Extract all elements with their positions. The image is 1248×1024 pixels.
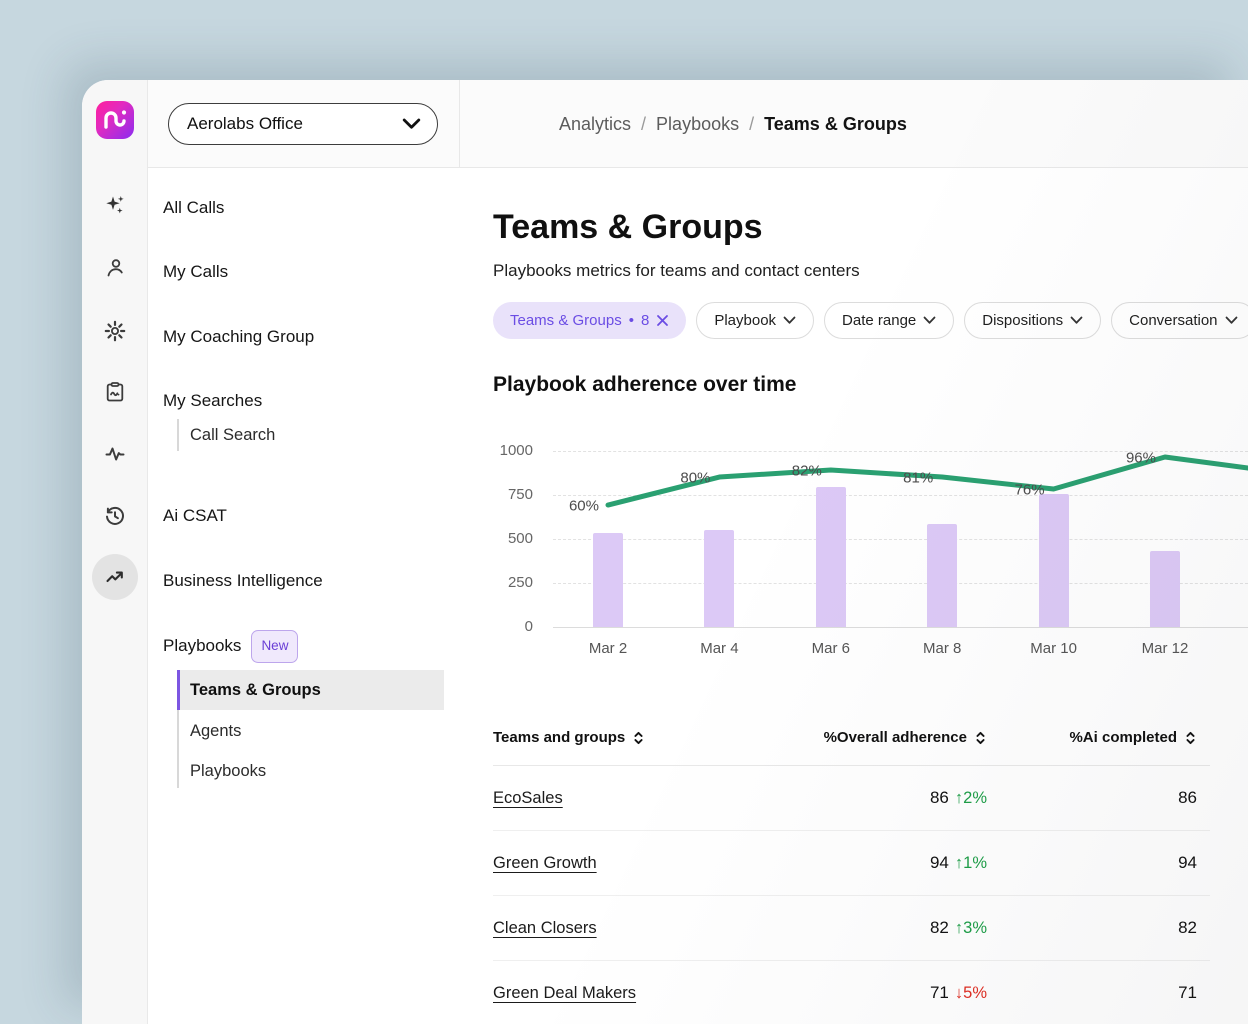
sort-icon[interactable] xyxy=(974,731,987,745)
top-header: Aerolabs Office Analytics / Playbooks / … xyxy=(148,80,1248,168)
sidebar-item-teams-groups[interactable]: Teams & Groups xyxy=(177,670,444,710)
dropdown-label: Date range xyxy=(842,312,916,329)
sidebar-item-all-calls[interactable]: All Calls xyxy=(148,195,460,221)
table-row: Green Growth 94 ↑1% 94 xyxy=(493,831,1210,896)
adherence-value: 82 xyxy=(930,918,949,937)
chart-title: Playbook adherence over time xyxy=(493,373,796,397)
profile-nav[interactable] xyxy=(103,256,127,280)
line-data-label: 82% xyxy=(792,463,822,480)
ai-completed-value: 86 xyxy=(1000,788,1210,808)
table-row: EcoSales 86 ↑2% 86 xyxy=(493,766,1210,831)
app-window: Aerolabs Office Analytics / Playbooks / … xyxy=(82,80,1248,1024)
line-data-label: 80% xyxy=(680,470,710,487)
sidebar-item-my-searches[interactable]: My Searches xyxy=(148,388,460,414)
line-data-label: 60% xyxy=(569,498,599,515)
sidebar-item-call-search[interactable]: Call Search xyxy=(148,422,460,448)
ai-logo-icon xyxy=(96,101,134,139)
breadcrumb-current: Teams & Groups xyxy=(764,114,907,135)
ai-assistant-nav[interactable] xyxy=(103,193,127,217)
settings-nav[interactable] xyxy=(103,319,127,343)
line-data-label: 76% xyxy=(1015,482,1045,499)
analytics-nav-active[interactable] xyxy=(92,554,138,600)
history-nav[interactable] xyxy=(103,504,127,528)
workspace-selector[interactable]: Aerolabs Office xyxy=(168,103,438,145)
breadcrumb-playbooks[interactable]: Playbooks xyxy=(656,114,739,135)
filter-dropdown-conversation[interactable]: Conversation xyxy=(1111,302,1248,339)
breadcrumb: Analytics / Playbooks / Teams & Groups xyxy=(559,80,907,168)
history-clock-icon xyxy=(103,504,127,528)
column-header-ai-completed[interactable]: %Ai completed xyxy=(1000,729,1210,746)
chevron-down-icon xyxy=(923,316,936,325)
filter-dropdown-dispositions[interactable]: Dispositions xyxy=(964,302,1101,339)
team-link[interactable]: Green Deal Makers xyxy=(493,984,636,1002)
icon-rail xyxy=(82,80,148,1024)
sidebar: All Calls My Calls My Coaching Group My … xyxy=(148,168,460,1024)
adherence-line xyxy=(493,440,1248,670)
chevron-down-icon xyxy=(1070,316,1083,325)
trend-delta: ↑3% xyxy=(955,919,987,937)
trend-delta: ↑2% xyxy=(955,789,987,807)
sort-icon[interactable] xyxy=(1184,731,1197,745)
playbook-clipboard-icon xyxy=(103,380,127,404)
filter-dropdown-playbook[interactable]: Playbook xyxy=(696,302,814,339)
sort-icon[interactable] xyxy=(632,731,645,745)
ai-completed-value: 94 xyxy=(1000,853,1210,873)
close-icon[interactable] xyxy=(656,314,669,327)
table-header: Teams and groups %Overall adherence %Ai … xyxy=(493,710,1210,766)
adherence-value: 71 xyxy=(930,983,949,1002)
sidebar-item-my-calls[interactable]: My Calls xyxy=(148,259,460,285)
activity-pulse-icon xyxy=(103,442,127,466)
page-subtitle: Playbooks metrics for teams and contact … xyxy=(493,261,860,281)
ai-completed-value: 71 xyxy=(1000,983,1210,1003)
chevron-down-icon xyxy=(402,118,421,130)
breadcrumb-analytics[interactable]: Analytics xyxy=(559,114,631,135)
chip-separator: • xyxy=(629,312,634,329)
trend-delta: ↓5% xyxy=(955,984,987,1002)
dropdown-label: Conversation xyxy=(1129,312,1217,329)
filter-chip-teams-groups[interactable]: Teams & Groups • 8 xyxy=(493,302,686,339)
line-data-label: 81% xyxy=(903,470,933,487)
table-row: Clean Closers 82 ↑3% 82 xyxy=(493,896,1210,961)
chevron-down-icon xyxy=(783,316,796,325)
workspace-name: Aerolabs Office xyxy=(187,114,303,134)
chip-label: Teams & Groups xyxy=(510,312,622,329)
activity-nav[interactable] xyxy=(103,442,127,466)
playbooks-nav[interactable] xyxy=(103,380,127,404)
ai-completed-value: 82 xyxy=(1000,918,1210,938)
team-link[interactable]: Green Growth xyxy=(493,854,597,872)
column-header-adherence[interactable]: %Overall adherence xyxy=(718,729,1000,746)
team-link[interactable]: Clean Closers xyxy=(493,919,597,937)
dropdown-label: Playbook xyxy=(714,312,776,329)
sidebar-item-playbooks[interactable]: PlaybooksNew xyxy=(148,630,460,656)
gear-icon xyxy=(103,319,127,343)
adherence-value: 86 xyxy=(930,788,949,807)
sidebar-item-business-intelligence[interactable]: Business Intelligence xyxy=(148,568,460,594)
adherence-chart: 02505007501000Mar 2Mar 4Mar 6Mar 8Mar 10… xyxy=(493,440,1248,670)
teams-table: Teams and groups %Overall adherence %Ai … xyxy=(493,710,1210,1024)
line-data-label: 96% xyxy=(1126,449,1156,466)
workspace-header: Aerolabs Office xyxy=(148,80,460,168)
team-link[interactable]: EcoSales xyxy=(493,789,563,807)
dropdown-label: Dispositions xyxy=(982,312,1063,329)
sidebar-item-playbooks-sub[interactable]: Playbooks xyxy=(148,758,460,784)
new-badge: New xyxy=(251,630,298,663)
page-title: Teams & Groups xyxy=(493,208,763,247)
sidebar-item-ai-csat[interactable]: Ai CSAT xyxy=(148,503,460,529)
filter-bar: Teams & Groups • 8 Playbook Date range D… xyxy=(493,302,1248,339)
sparkles-icon xyxy=(103,193,127,217)
app-logo[interactable] xyxy=(96,101,134,139)
active-indicator-bar xyxy=(177,670,180,710)
sidebar-item-agents[interactable]: Agents xyxy=(148,718,460,744)
sidebar-item-my-coaching-group[interactable]: My Coaching Group xyxy=(148,324,460,350)
chip-count: 8 xyxy=(641,312,649,329)
playbooks-label: Playbooks xyxy=(163,636,241,655)
adherence-value: 94 xyxy=(930,853,949,872)
user-icon xyxy=(103,256,127,280)
chevron-down-icon xyxy=(1225,316,1238,325)
trending-up-icon xyxy=(103,565,127,589)
column-header-teams[interactable]: Teams and groups xyxy=(493,729,718,746)
filter-dropdown-date-range[interactable]: Date range xyxy=(824,302,954,339)
table-row: Green Deal Makers 71 ↓5% 71 xyxy=(493,961,1210,1024)
trend-delta: ↑1% xyxy=(955,854,987,872)
